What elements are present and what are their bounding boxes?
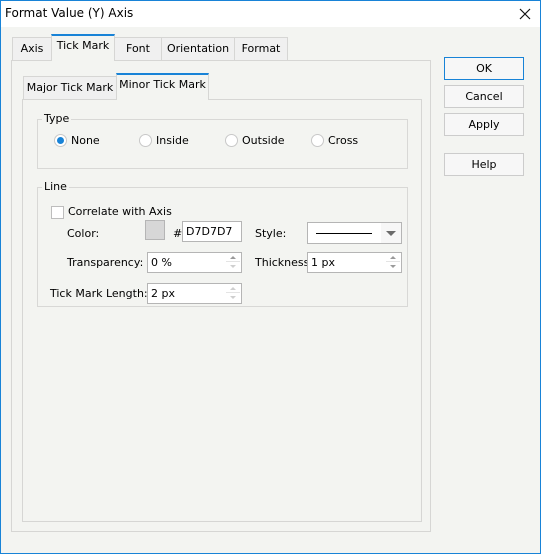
color-hex-value: D7D7D7 — [186, 225, 233, 238]
radio-outside-label: Outside — [242, 134, 285, 147]
title-bar: Format Value (Y) Axis — [1, 1, 540, 27]
radio-cross-circle — [311, 134, 324, 147]
thickness-label: Thickness: — [255, 256, 314, 269]
arrow-up-icon — [230, 287, 236, 290]
transparency-increment[interactable] — [226, 254, 240, 262]
style-select[interactable] — [307, 222, 402, 244]
ok-button[interactable]: OK — [444, 57, 524, 80]
tick-mark-length-increment[interactable] — [226, 285, 240, 293]
close-icon — [519, 8, 531, 20]
radio-none-circle — [54, 134, 67, 147]
radio-cross[interactable]: Cross — [311, 134, 358, 147]
window-title: Format Value (Y) Axis — [5, 6, 134, 20]
tab-axis-label: Axis — [20, 42, 44, 55]
color-swatch-button[interactable] — [145, 220, 165, 240]
transparency-value: 0 % — [151, 256, 172, 269]
color-label: Color: — [67, 227, 100, 240]
close-button[interactable] — [516, 5, 534, 23]
arrow-down-icon — [230, 296, 236, 299]
color-hex-input[interactable]: D7D7D7 — [182, 221, 242, 242]
arrow-down-icon — [390, 265, 396, 268]
subtab-major-label: Major Tick Mark — [26, 81, 114, 94]
tab-tick-mark-label: Tick Mark — [56, 39, 110, 52]
correlate-with-axis-checkbox[interactable] — [51, 206, 64, 219]
tick-mark-length-input[interactable]: 2 px — [147, 283, 242, 304]
style-label: Style: — [255, 227, 287, 240]
chevron-down-icon — [386, 231, 396, 236]
thickness-value: 1 px — [311, 256, 335, 269]
radio-none-label: None — [71, 134, 100, 147]
subtab-minor-tick-mark[interactable]: Minor Tick Mark — [116, 73, 209, 100]
subtab-minor-label: Minor Tick Mark — [119, 78, 206, 91]
radio-cross-label: Cross — [328, 134, 359, 147]
tab-format[interactable]: Format — [234, 37, 288, 61]
apply-button[interactable]: Apply — [444, 113, 524, 136]
radio-inside-circle — [139, 134, 152, 147]
transparency-decrement[interactable] — [226, 263, 240, 271]
cancel-button[interactable]: Cancel — [444, 85, 524, 108]
type-group-label: Type — [42, 112, 72, 125]
transparency-spinner[interactable] — [226, 254, 240, 271]
tick-mark-length-label: Tick Mark Length: — [50, 287, 148, 300]
tab-axis[interactable]: Axis — [12, 37, 52, 61]
format-axis-dialog: Format Value (Y) Axis Axis Tick Mark Fon… — [0, 0, 541, 554]
tab-orientation[interactable]: Orientation — [161, 37, 235, 61]
thickness-decrement[interactable] — [386, 263, 400, 271]
radio-inside[interactable]: Inside — [139, 134, 189, 147]
tab-font[interactable]: Font — [114, 37, 162, 61]
line-group-label: Line — [42, 180, 69, 193]
thickness-spinner[interactable] — [386, 254, 400, 271]
radio-outside-circle — [225, 134, 238, 147]
thickness-increment[interactable] — [386, 254, 400, 262]
solid-line-style-preview — [316, 233, 372, 234]
radio-none[interactable]: None — [54, 134, 100, 147]
radio-inside-label: Inside — [156, 134, 189, 147]
arrow-up-icon — [390, 256, 396, 259]
style-dropdown-button[interactable] — [381, 223, 401, 243]
tab-font-label: Font — [126, 42, 150, 55]
tab-format-label: Format — [241, 42, 281, 55]
transparency-label: Transparency: — [67, 256, 144, 269]
subtab-major-tick-mark[interactable]: Major Tick Mark — [23, 76, 117, 100]
help-button[interactable]: Help — [444, 153, 524, 176]
tab-tick-mark[interactable]: Tick Mark — [51, 34, 115, 61]
tick-mark-length-decrement[interactable] — [226, 294, 240, 302]
color-hash-label: # — [173, 227, 183, 240]
tick-mark-length-spinner[interactable] — [226, 285, 240, 302]
radio-outside[interactable]: Outside — [225, 134, 284, 147]
tick-mark-length-value: 2 px — [151, 287, 175, 300]
thickness-input[interactable]: 1 px — [307, 252, 402, 273]
correlate-with-axis-label: Correlate with Axis — [68, 205, 172, 218]
transparency-input[interactable]: 0 % — [147, 252, 242, 273]
arrow-down-icon — [230, 265, 236, 268]
tab-orientation-label: Orientation — [166, 42, 230, 55]
arrow-up-icon — [230, 256, 236, 259]
